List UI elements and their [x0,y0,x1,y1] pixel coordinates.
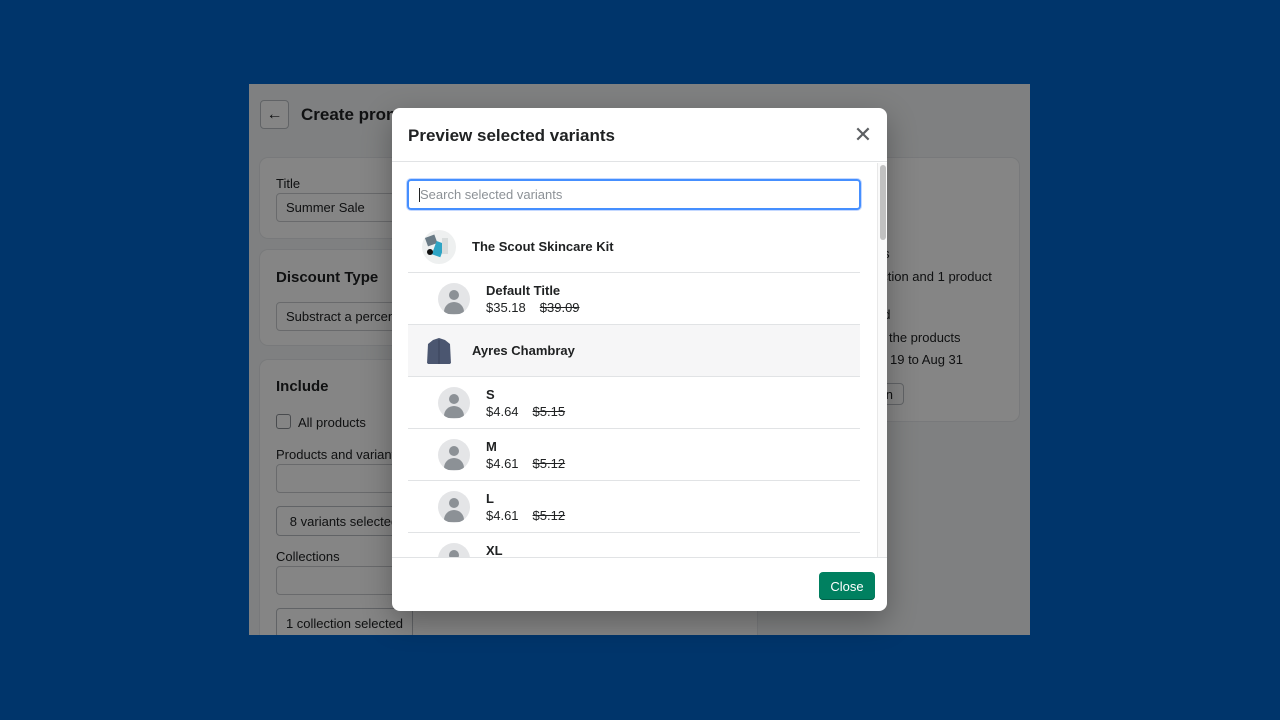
variant-name: M [486,439,497,454]
variant-name: S [486,387,495,402]
variant-row[interactable]: M $4.61 $5.12 [408,429,860,481]
sale-price: $4.61 [486,456,519,471]
variant-price: $4.61 $5.12 [486,456,565,471]
search-input[interactable]: Search selected variants [407,179,861,210]
placeholder-image-icon [438,491,470,523]
compare-price: $39.09 [539,300,580,315]
placeholder-image-icon [438,543,470,557]
variant-price: $4.61 $5.12 [486,508,565,523]
product-name: Ayres Chambray [472,343,575,358]
search-placeholder: Search selected variants [420,187,563,202]
scrollbar-thumb[interactable] [880,165,886,240]
variant-row[interactable]: L $4.61 $5.12 [408,481,860,533]
close-icon[interactable]: ✕ [852,124,874,146]
placeholder-image-icon [438,439,470,471]
variant-row[interactable]: Default Title $35.18 $39.09 [408,273,860,325]
placeholder-image-icon [438,283,470,315]
modal-body: Search selected variants The Scout Skinc… [392,163,887,557]
sale-price: $4.64 [486,404,519,419]
close-button[interactable]: Close [819,572,875,600]
product-name: The Scout Skincare Kit [472,239,614,254]
variant-list: The Scout Skincare Kit Default Title $35.1… [408,221,860,557]
product-row[interactable]: Ayres Chambray [408,325,860,377]
product-image [422,230,456,264]
variant-row[interactable]: S $4.64 $5.15 [408,377,860,429]
modal-footer: Close [392,557,887,611]
variant-price: $4.64 $5.15 [486,404,565,419]
preview-variants-modal: Preview selected variants ✕ Search selec… [392,108,887,611]
variant-name: XL [486,543,503,557]
product-row[interactable]: The Scout Skincare Kit [408,221,860,273]
variant-name: Default Title [486,283,561,298]
variant-row[interactable]: XL [408,533,860,557]
variant-price: $35.18 $39.09 [486,300,580,315]
compare-price: $5.12 [532,456,566,471]
product-image [422,334,456,368]
sale-price: $35.18 [486,300,526,315]
compare-price: $5.12 [532,508,566,523]
variant-name: L [486,491,494,506]
modal-header: Preview selected variants ✕ [392,108,887,162]
compare-price: $5.15 [532,404,566,419]
placeholder-image-icon [438,387,470,419]
modal-title: Preview selected variants [408,126,615,145]
sale-price: $4.61 [486,508,519,523]
scrollbar[interactable] [877,163,887,557]
